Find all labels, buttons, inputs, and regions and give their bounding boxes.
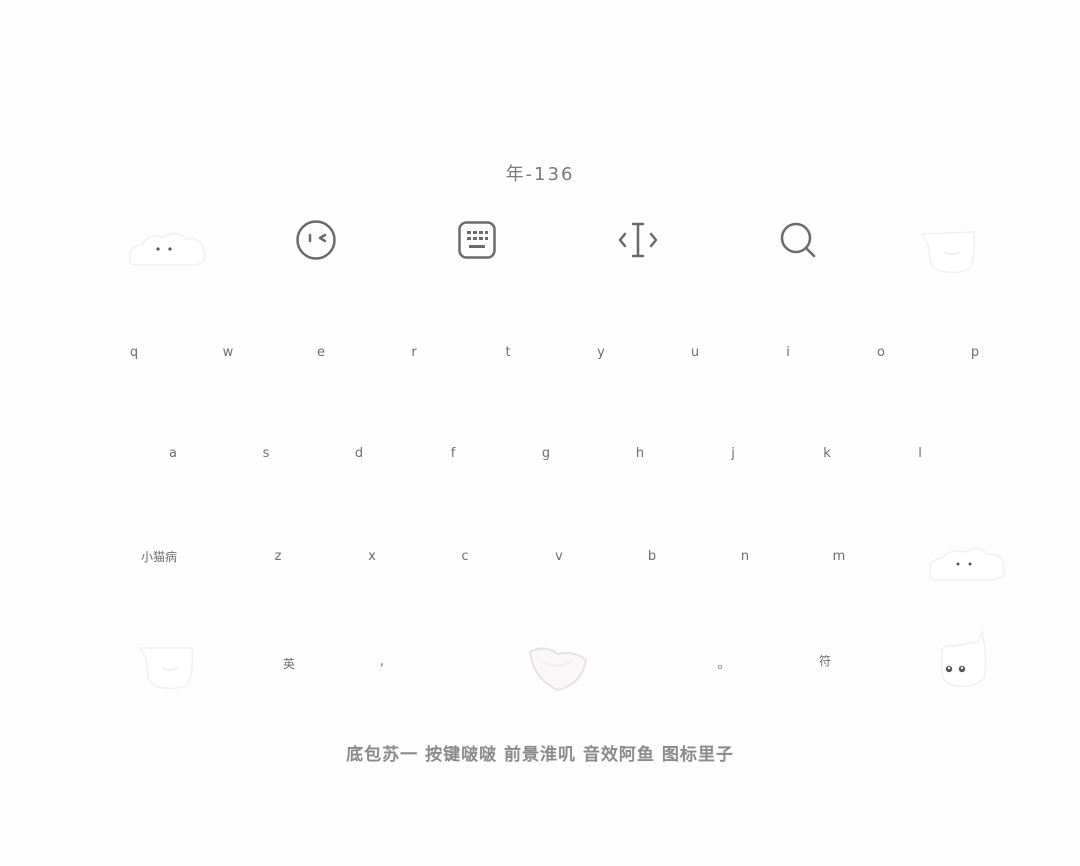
key-x[interactable]: x	[342, 541, 402, 571]
key-r[interactable]: r	[384, 337, 444, 367]
key-c[interactable]: c	[435, 541, 495, 571]
key-b[interactable]: b	[622, 541, 682, 571]
key-a[interactable]: a	[143, 438, 203, 468]
key-j[interactable]: j	[703, 438, 763, 468]
key-v[interactable]: v	[529, 541, 589, 571]
cloud-sticker-right-top	[920, 231, 976, 274]
emoji-face-icon	[296, 220, 336, 260]
key-t[interactable]: t	[478, 337, 538, 367]
key-y[interactable]: y	[571, 337, 631, 367]
key-p[interactable]: p	[945, 337, 1005, 367]
search-icon	[780, 222, 816, 258]
key-n[interactable]: n	[715, 541, 775, 571]
key-period[interactable]: 。	[694, 647, 754, 677]
text-cursor-icon	[618, 222, 658, 258]
key-backspace[interactable]	[919, 531, 1009, 581]
key-shift-label[interactable]: 小猫病	[129, 541, 189, 571]
key-g[interactable]: g	[516, 438, 576, 468]
keyboard-skin-preview: 年-136 q w e r t y u i o p a s d f g h j …	[0, 0, 1080, 866]
key-comma[interactable]: ,	[352, 646, 412, 676]
emoji-button[interactable]	[294, 218, 338, 262]
cursor-move-button[interactable]	[616, 218, 660, 262]
key-k[interactable]: k	[797, 438, 857, 468]
key-symbols[interactable]: 符	[795, 645, 855, 675]
key-d[interactable]: d	[329, 438, 389, 468]
key-space[interactable]	[458, 636, 658, 692]
key-m[interactable]: m	[809, 541, 869, 571]
keyboard-icon	[458, 221, 496, 259]
key-w[interactable]: w	[198, 337, 258, 367]
keyboard-button[interactable]	[455, 218, 499, 262]
key-l[interactable]: l	[890, 438, 950, 468]
search-button[interactable]	[776, 218, 820, 262]
key-u[interactable]: u	[665, 337, 725, 367]
cloud-sticker-left-top	[128, 232, 206, 266]
key-language-switch[interactable]: 英	[259, 648, 319, 678]
key-number-switch[interactable]	[126, 636, 206, 692]
key-e[interactable]: e	[291, 337, 351, 367]
credits-text: 底包苏一 按键啵啵 前景淮叽 音效阿鱼 图标里子	[346, 745, 734, 765]
key-enter[interactable]	[925, 630, 995, 690]
key-s[interactable]: s	[236, 438, 296, 468]
key-h[interactable]: h	[610, 438, 670, 468]
key-f[interactable]: f	[423, 438, 483, 468]
key-z[interactable]: z	[248, 541, 308, 571]
key-q[interactable]: q	[104, 337, 164, 367]
page-title: 年-136	[505, 164, 575, 185]
key-i[interactable]: i	[758, 337, 818, 367]
key-o[interactable]: o	[851, 337, 911, 367]
